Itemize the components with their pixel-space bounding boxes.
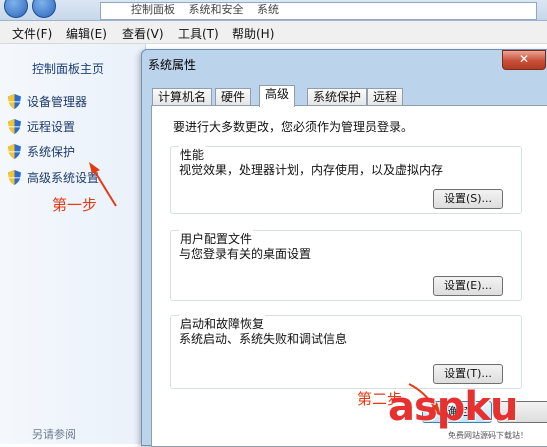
nav-system-protection[interactable]: 系统保护 (8, 143, 75, 161)
nav-device-manager[interactable]: 设备管理器 (8, 93, 87, 111)
group-description: 视觉效果，处理器计划，内存使用，以及虚拟内存 (179, 163, 444, 177)
uac-shield-icon (8, 144, 21, 159)
nav-remote-settings[interactable]: 远程设置 (8, 118, 75, 136)
breadcrumb-item[interactable]: 系统 (257, 3, 279, 16)
user-profiles-group: 用户配置文件 与您登录有关的桌面设置 设置(E)... (170, 230, 522, 301)
performance-group: 性能 视觉效果，处理器计划，内存使用，以及虚拟内存 设置(S)... (170, 146, 522, 214)
tab-computer-name[interactable]: 计算机名 (152, 88, 213, 106)
group-description: 系统启动、系统失败和调试信息 (179, 332, 348, 346)
watermark-logo: aspku 免费网站源码下载站！ (388, 384, 547, 444)
breadcrumb-item[interactable]: 控制面板 (131, 3, 175, 16)
uac-shield-icon (8, 94, 21, 109)
breadcrumb-item[interactable]: 系统和安全 (189, 3, 244, 16)
tab-remote[interactable]: 远程 (367, 88, 404, 106)
nav-item-label: 远程设置 (27, 120, 76, 134)
uac-shield-icon (8, 119, 21, 134)
back-button[interactable] (4, 0, 28, 18)
task-pane: 控制面板主页 设备管理器 远程设置 系统保护 高级系统设置 第一步 另请参阅 (0, 44, 146, 444)
menu-edit[interactable]: 编辑(E) (66, 25, 107, 42)
nav-item-label: 设备管理器 (27, 95, 88, 109)
see-also-heading: 另请参阅 (32, 428, 76, 441)
breadcrumb[interactable]: 控制面板 系统和安全 系统 (100, 2, 537, 20)
tab-hardware[interactable]: 硬件 (215, 88, 252, 106)
address-bar: 控制面板 系统和安全 系统 (0, 0, 547, 21)
dialog-title: 系统属性 (148, 58, 197, 72)
menu-view[interactable]: 查看(V) (122, 25, 164, 42)
watermark-text: aspku (388, 384, 519, 430)
admin-note: 要进行大多数更改，您必须作为管理员登录。 (173, 120, 414, 134)
menu-file[interactable]: 文件(F) (12, 25, 52, 42)
group-description: 与您登录有关的桌面设置 (179, 247, 312, 261)
close-button[interactable]: ✕ (502, 50, 546, 70)
control-panel-home-link[interactable]: 控制面板主页 (32, 60, 104, 77)
menu-bar: 文件(F) 编辑(E) 查看(V) 工具(T) 帮助(H) (0, 21, 547, 44)
uac-shield-icon (8, 170, 21, 185)
menu-help[interactable]: 帮助(H) (232, 25, 274, 42)
startup-recovery-group: 启动和故障恢复 系统启动、系统失败和调试信息 设置(T)... (170, 315, 522, 389)
tab-system-protection[interactable]: 系统保护 (307, 88, 368, 106)
watermark-subtext: 免费网站源码下载站！ (448, 431, 528, 440)
forward-button[interactable] (32, 0, 56, 18)
nav-item-label: 系统保护 (27, 145, 76, 159)
step1-arrow-icon (89, 162, 117, 207)
performance-settings-button[interactable]: 设置(S)... (433, 189, 503, 209)
menu-tools[interactable]: 工具(T) (178, 25, 219, 42)
tab-advanced[interactable]: 高级 (259, 85, 296, 107)
user-profiles-settings-button[interactable]: 设置(E)... (433, 276, 503, 296)
close-icon: ✕ (518, 52, 530, 66)
